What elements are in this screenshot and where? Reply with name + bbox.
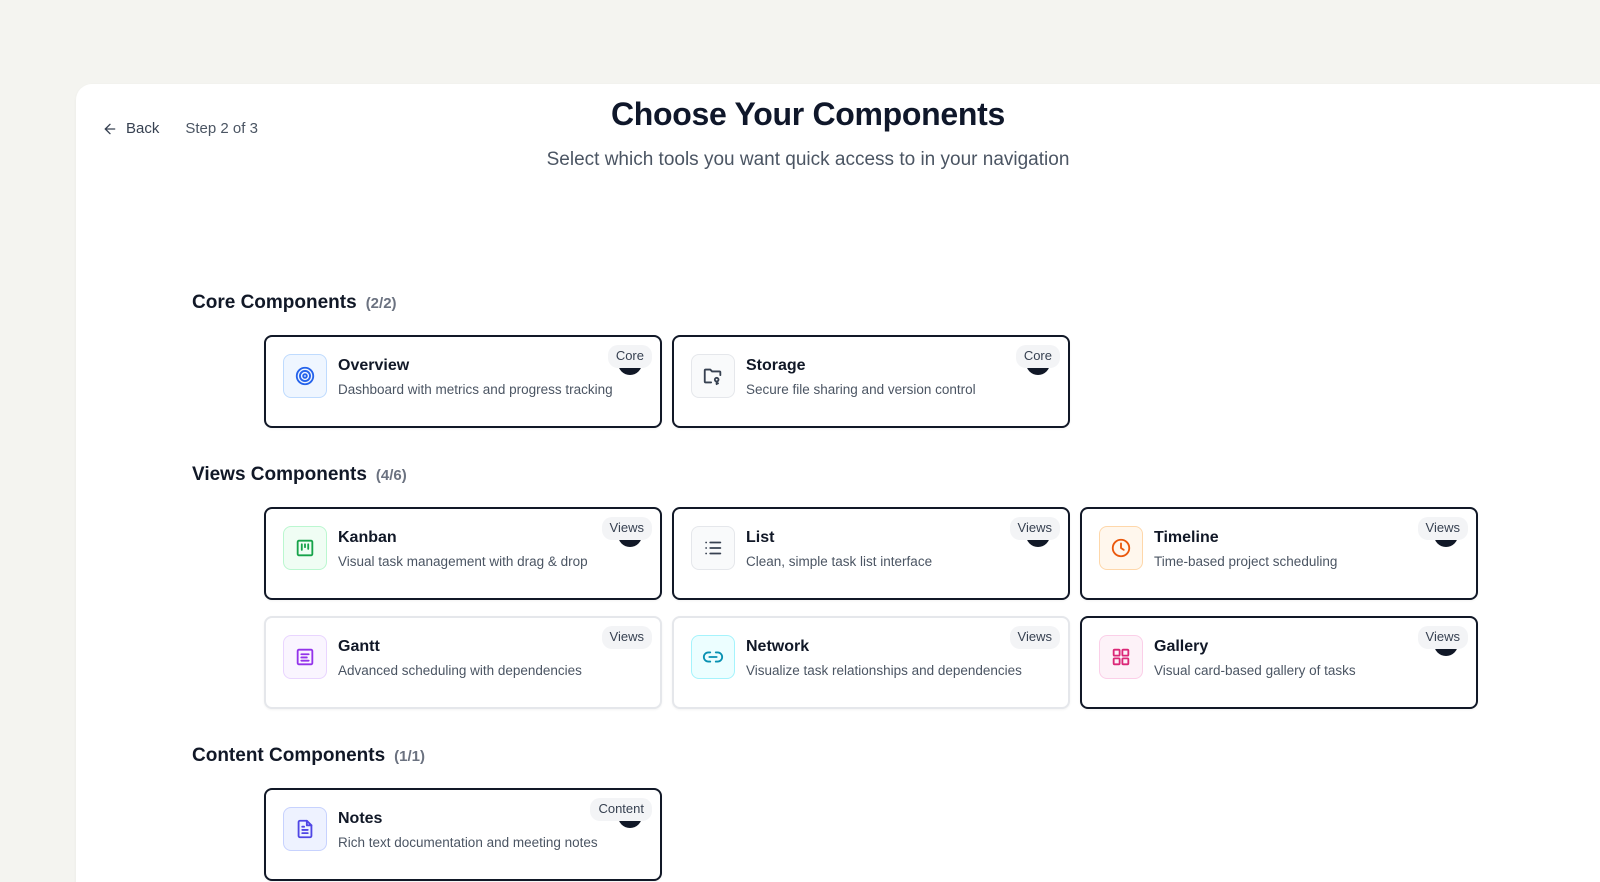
component-card-kanban[interactable]: Kanban Visual task management with drag …: [264, 507, 662, 600]
category-badge: Views: [1009, 626, 1060, 649]
document-icon: [297, 819, 313, 839]
card-title: Timeline: [1154, 529, 1219, 546]
icon-container: [1099, 526, 1143, 570]
card-description: Dashboard with metrics and progress trac…: [338, 382, 613, 397]
card-description: Time-based project scheduling: [1154, 554, 1338, 569]
category-badge: Views: [601, 517, 652, 540]
section-title-core: Core Components (2/2): [192, 292, 397, 314]
section-count: (1/1): [394, 748, 425, 765]
page-header: Choose Your Components Select which tool…: [0, 96, 1600, 171]
card-description: Rich text documentation and meeting note…: [338, 835, 598, 850]
icon-container: [1099, 635, 1143, 679]
grid-icon: [1112, 648, 1130, 666]
card-description: Visual card-based gallery of tasks: [1154, 663, 1356, 678]
component-card-gallery[interactable]: Gallery Visual card-based gallery of tas…: [1080, 616, 1478, 709]
category-badge: Views: [601, 626, 652, 649]
icon-container: [283, 354, 327, 398]
card-title: Kanban: [338, 529, 397, 546]
card-description: Secure file sharing and version control: [746, 382, 976, 397]
icon-container: [691, 354, 735, 398]
section-heading: Views Components: [192, 464, 367, 485]
card-title: Notes: [338, 810, 383, 827]
icon-container: [283, 526, 327, 570]
card-title: Gallery: [1154, 638, 1209, 655]
section-heading: Content Components: [192, 745, 386, 766]
category-badge: Views: [1417, 626, 1468, 649]
category-badge: Views: [1417, 517, 1468, 540]
link-icon: [702, 651, 724, 663]
gantt-icon: [296, 648, 314, 666]
component-card-list[interactable]: List Clean, simple task list interface V…: [672, 507, 1070, 600]
component-card-network[interactable]: Network Visualize task relationships and…: [672, 616, 1070, 709]
section-heading: Core Components: [192, 292, 357, 313]
card-title: Gantt: [338, 638, 380, 655]
category-badge: Content: [590, 798, 652, 821]
component-card-timeline[interactable]: Timeline Time-based project scheduling V…: [1080, 507, 1478, 600]
page-subtitle: Select which tools you want quick access…: [546, 149, 1070, 170]
card-title: Network: [746, 638, 810, 655]
component-card-overview[interactable]: Overview Dashboard with metrics and prog…: [264, 335, 662, 428]
list-icon: [705, 541, 722, 555]
card-description: Visualize task relationships and depende…: [746, 663, 1022, 678]
category-badge: Core: [1015, 345, 1060, 368]
category-badge: Core: [607, 345, 652, 368]
folder-key-icon: [703, 368, 722, 386]
page-title: Choose Your Components: [610, 96, 1005, 132]
section-title-content: Content Components (1/1): [192, 745, 425, 767]
section-count: (4/6): [375, 467, 407, 484]
icon-container: [691, 635, 735, 679]
component-card-notes[interactable]: Notes Rich text documentation and meetin…: [264, 788, 662, 881]
card-title: List: [746, 529, 775, 546]
icon-container: [283, 807, 327, 851]
icon-container: [283, 635, 327, 679]
component-card-gantt[interactable]: Gantt Advanced scheduling with dependenc…: [264, 616, 662, 709]
clock-icon: [1111, 538, 1131, 558]
card-description: Visual task management with drag & drop: [338, 554, 588, 569]
card-description: Advanced scheduling with dependencies: [338, 663, 582, 678]
section-title-views: Views Components (4/6): [192, 464, 407, 486]
card-title: Overview: [338, 357, 410, 374]
component-card-storage[interactable]: Storage Secure file sharing and version …: [672, 335, 1070, 428]
target-icon: [295, 366, 315, 386]
card-description: Clean, simple task list interface: [746, 554, 933, 569]
category-badge: Views: [1009, 517, 1060, 540]
section-count: (2/2): [365, 295, 397, 312]
kanban-icon: [296, 539, 314, 557]
card-title: Storage: [746, 357, 806, 374]
icon-container: [691, 526, 735, 570]
